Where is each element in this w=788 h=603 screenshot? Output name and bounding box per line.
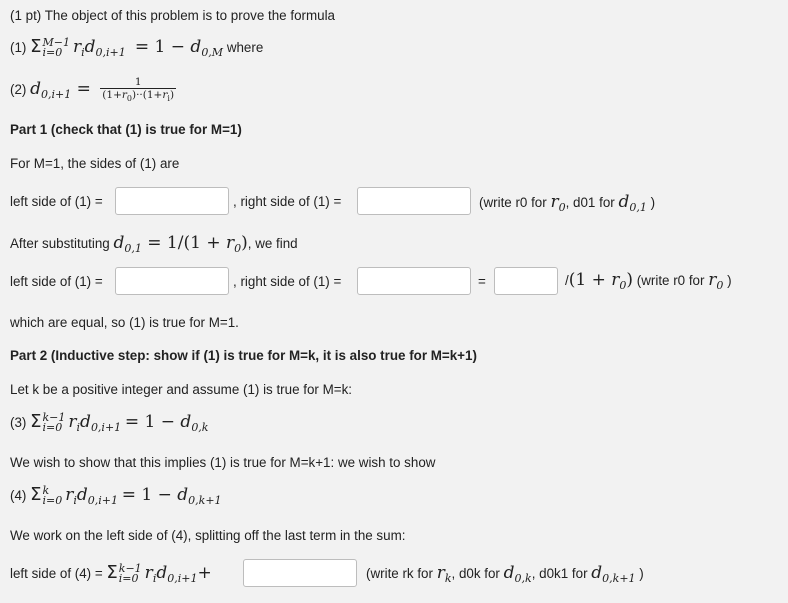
part2-title: Part 2 (Inductive step: show if (1) is t… (10, 348, 477, 363)
left-side-4: left side of (4) = Σk−1 i=0 rid0,i+1+ (10, 562, 212, 586)
equation-1: (1) Σ M−1 i=0 rid0,i+1 = 1 − d0,M where (10, 36, 264, 60)
write-note-2: /(1 + r0) (write r0 for r0 ) (565, 270, 732, 292)
equals-sign: = (478, 274, 486, 289)
after-substituting: After substituting d0,1 = 1/(1 + r0), we… (10, 233, 298, 255)
part1-sides-text: For M=1, the sides of (1) are (10, 156, 180, 171)
equation-3: (3) Σk−1 i=0 rid0,i+1 = 1 − d0,k (10, 411, 209, 435)
left-side-1-label: left side of (1) = (10, 194, 103, 209)
wish-show-text: We wish to show that this implies (1) is… (10, 455, 436, 470)
right-side-1-input[interactable] (357, 187, 471, 215)
work-left-text: We work on the left side of (4), splitti… (10, 528, 406, 543)
eq1-label: (1) (10, 40, 27, 55)
write-note-3: (write rk for rk, d0k for d0,k, d0k1 for… (366, 563, 644, 585)
equation-2: (2) d0,i+1 = 1 (1+r0)··(1+ri) (10, 76, 177, 104)
intro-text: (1 pt) The object of this problem is to … (10, 8, 336, 23)
which-equal-text: which are equal, so (1) is true for M=1. (10, 315, 239, 330)
left-side-1-input[interactable] (115, 187, 229, 215)
write-note-1: (write r0 for r0, d01 for d0,1 ) (479, 192, 656, 214)
right-side-1b-label: , right side of (1) = (233, 274, 342, 289)
left-side-1b-label: left side of (1) = (10, 274, 103, 289)
right-side-1-label: , right side of (1) = (233, 194, 342, 209)
right-side-1b-input[interactable] (357, 267, 471, 295)
let-k-text: Let k be a positive integer and assume (… (10, 382, 352, 397)
equation-4: (4) Σk i=0 rid0,i+1 = 1 − d0,k+1 (10, 484, 222, 508)
numerator-input[interactable] (494, 267, 558, 295)
eq2-label: (2) (10, 82, 27, 98)
part1-title: Part 1 (check that (1) is true for M=1) (10, 122, 242, 137)
left-side-4-input[interactable] (243, 559, 357, 587)
left-side-1b-input[interactable] (115, 267, 229, 295)
eq1-where: where (226, 40, 264, 55)
